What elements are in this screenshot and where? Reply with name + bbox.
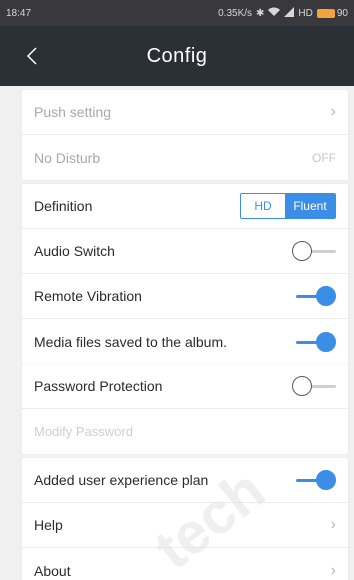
media-saved-row: Media files saved to the album. bbox=[22, 319, 348, 364]
definition-hd-option[interactable]: HD bbox=[241, 194, 285, 218]
media-saved-toggle[interactable] bbox=[292, 331, 336, 353]
status-bar: 18:47 0.35K/s ✱ HD 90 bbox=[0, 0, 354, 26]
toggle-knob bbox=[316, 331, 336, 352]
chevron-left-icon bbox=[26, 47, 37, 65]
battery-fill bbox=[316, 8, 335, 18]
experience-plan-row: Added user experience plan bbox=[22, 458, 348, 503]
chevron-right-icon: › bbox=[330, 516, 336, 533]
password-protection-row: Password Protection bbox=[22, 364, 348, 409]
no-disturb-row[interactable]: No Disturb OFF bbox=[22, 135, 348, 180]
help-row[interactable]: Help › bbox=[22, 503, 348, 548]
modify-password-row[interactable]: Modify Password bbox=[22, 409, 348, 454]
about-label: About bbox=[34, 562, 71, 579]
battery-icon: 90 bbox=[316, 7, 348, 19]
experience-plan-toggle[interactable] bbox=[292, 469, 336, 491]
remote-vibration-toggle[interactable] bbox=[292, 285, 336, 307]
push-settings-group: Push setting › No Disturb OFF bbox=[22, 90, 348, 180]
media-settings-group: Definition HD Fluent Audio Switch Remote… bbox=[22, 184, 348, 364]
status-time: 18:47 bbox=[6, 7, 32, 19]
settings-content: Push setting › No Disturb OFF Definition… bbox=[0, 86, 354, 580]
security-settings-group: Password Protection Modify Password bbox=[22, 364, 348, 454]
help-label: Help bbox=[34, 517, 63, 533]
status-right: 0.35K/s ✱ HD 90 bbox=[218, 6, 348, 20]
definition-label: Definition bbox=[34, 198, 93, 214]
app-header: Config bbox=[0, 26, 354, 86]
chevron-right-icon: › bbox=[330, 561, 336, 579]
password-protection-label: Password Protection bbox=[34, 378, 163, 394]
about-row[interactable]: About › bbox=[22, 548, 348, 580]
definition-selector: HD Fluent bbox=[240, 193, 336, 219]
network-speed: 0.35K/s bbox=[218, 7, 253, 19]
push-setting-row[interactable]: Push setting › bbox=[22, 90, 348, 135]
chevron-right-icon: › bbox=[330, 103, 336, 120]
push-setting-label: Push setting bbox=[34, 104, 112, 120]
no-disturb-value: OFF bbox=[312, 150, 336, 165]
battery-level: 90 bbox=[336, 7, 348, 19]
remote-vibration-row: Remote Vibration bbox=[22, 274, 348, 319]
toggle-knob bbox=[292, 241, 312, 261]
toggle-knob bbox=[316, 286, 336, 306]
no-disturb-label: No Disturb bbox=[34, 149, 101, 166]
wifi-icon bbox=[268, 7, 281, 20]
remote-vibration-label: Remote Vibration bbox=[34, 288, 142, 304]
experience-plan-label: Added user experience plan bbox=[34, 472, 209, 488]
definition-row: Definition HD Fluent bbox=[22, 184, 348, 229]
toggle-knob bbox=[292, 376, 312, 396]
audio-switch-toggle[interactable] bbox=[292, 240, 336, 262]
audio-switch-row: Audio Switch bbox=[22, 229, 348, 274]
password-protection-toggle[interactable] bbox=[292, 375, 336, 397]
signal-icon bbox=[284, 6, 295, 20]
other-settings-group: Added user experience plan Help › About … bbox=[22, 458, 348, 580]
media-saved-label: Media files saved to the album. bbox=[34, 333, 227, 350]
definition-fluent-option[interactable]: Fluent bbox=[285, 194, 335, 218]
bluetooth-icon: ✱ bbox=[256, 7, 265, 19]
toggle-knob bbox=[316, 470, 336, 490]
network-type: HD bbox=[298, 7, 313, 19]
audio-switch-label: Audio Switch bbox=[34, 243, 115, 259]
modify-password-label: Modify Password bbox=[34, 424, 133, 439]
back-button[interactable] bbox=[18, 42, 46, 70]
page-title: Config bbox=[146, 44, 208, 67]
